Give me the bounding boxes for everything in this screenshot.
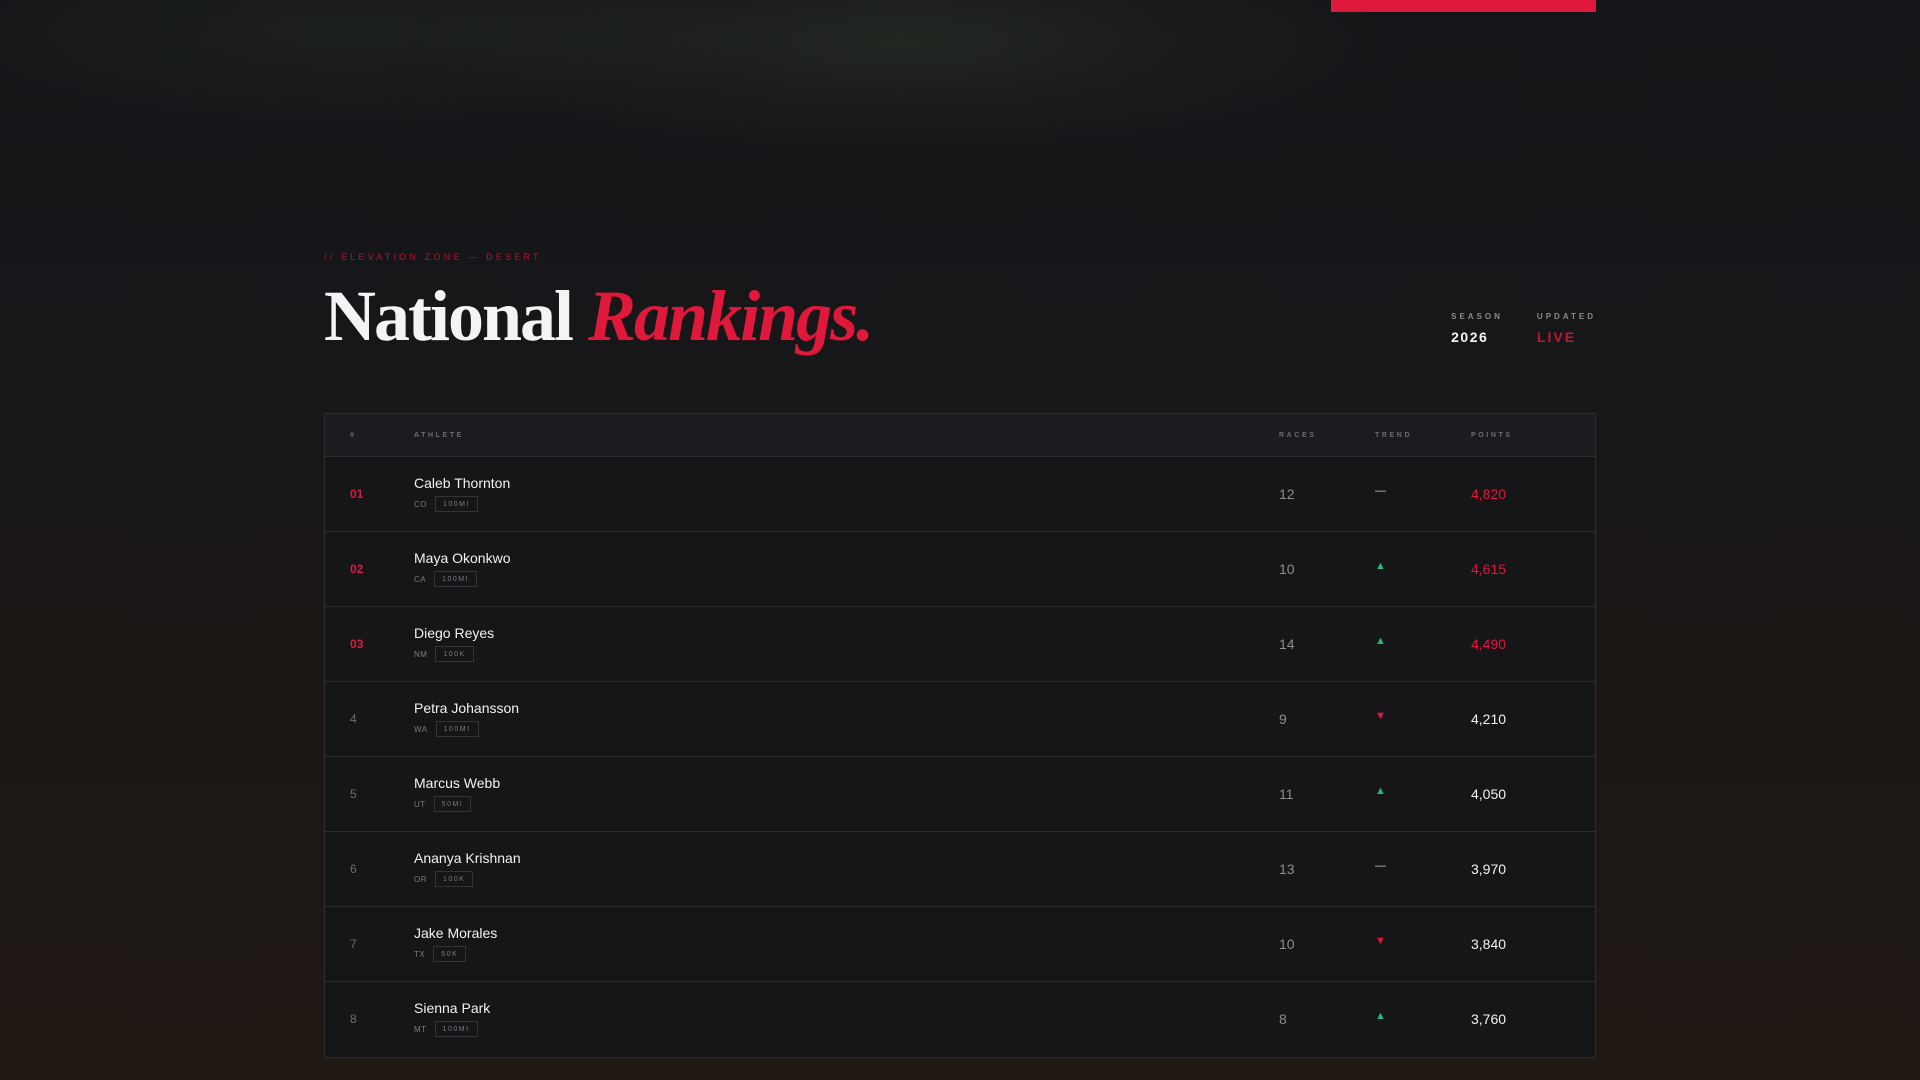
trend-down-icon: ▼ (1375, 935, 1386, 947)
points-cell: 3,840 (1471, 936, 1507, 952)
athlete-state: TX (414, 949, 426, 959)
rank-cell: 6 (350, 862, 357, 876)
meta-season-value: 2026 (1451, 329, 1489, 345)
table-row[interactable]: 01 Caleb Thornton CO 100MI 12 — 4,820 (325, 457, 1595, 532)
trend-up-icon: ▲ (1375, 560, 1386, 572)
column-header-trend[interactable]: TREND (1375, 432, 1412, 439)
top-accent-bar (1331, 0, 1596, 12)
athlete-state: MT (414, 1024, 427, 1034)
athlete-name[interactable]: Diego Reyes (414, 625, 494, 641)
trend-up-icon: ▲ (1375, 785, 1386, 797)
distance-tag: 100K (435, 646, 474, 662)
trend-down-icon: ▼ (1375, 710, 1386, 722)
table-row[interactable]: 4 Petra Johansson WA 100MI 9 ▼ 4,210 (325, 682, 1595, 757)
distance-tag: 100MI (434, 1021, 478, 1037)
athlete-meta: WA 100MI (414, 721, 479, 737)
trend-flat-icon: — (1375, 860, 1386, 872)
races-cell: 13 (1279, 861, 1295, 877)
meta-updated: UPDATED LIVE (1537, 312, 1596, 345)
athlete-name[interactable]: Caleb Thornton (414, 475, 510, 491)
rank-cell: 03 (350, 637, 364, 651)
table-body: 01 Caleb Thornton CO 100MI 12 — 4,820 02… (325, 457, 1595, 1057)
trend-flat-icon: — (1375, 485, 1386, 497)
rank-cell: 01 (350, 487, 364, 501)
eyebrow-label: // ELEVATION ZONE — DESERT (324, 252, 542, 262)
points-cell: 4,210 (1471, 711, 1507, 727)
column-header-points[interactable]: POINTS (1471, 432, 1513, 439)
table-row[interactable]: 03 Diego Reyes NM 100K 14 ▲ 4,490 (325, 607, 1595, 682)
table-row[interactable]: 7 Jake Morales TX 50K 10 ▼ 3,840 (325, 907, 1595, 982)
athlete-meta: OR 100K (414, 871, 474, 887)
athlete-name[interactable]: Marcus Webb (414, 775, 500, 791)
athlete-name[interactable]: Sienna Park (414, 1000, 490, 1016)
trend-up-icon: ▲ (1375, 1010, 1386, 1022)
athlete-meta: CA 100MI (414, 571, 478, 587)
meta-updated-value: LIVE (1536, 329, 1577, 345)
distance-tag: 100MI (435, 721, 479, 737)
athlete-name[interactable]: Maya Okonkwo (414, 550, 510, 566)
athlete-state: OR (414, 874, 427, 884)
athlete-state: UT (414, 799, 426, 809)
distance-tag: 50MI (433, 796, 472, 812)
distance-tag: 50K (433, 946, 467, 962)
column-header-races[interactable]: RACES (1279, 432, 1317, 439)
rank-cell: 02 (350, 562, 364, 576)
races-cell: 12 (1279, 486, 1295, 502)
meta-season: SEASON 2026 (1451, 312, 1503, 345)
athlete-meta: TX 50K (414, 946, 467, 962)
athlete-meta: MT 100MI (414, 1021, 478, 1037)
season-meta: SEASON 2026 UPDATED LIVE (1451, 312, 1596, 345)
athlete-name[interactable]: Jake Morales (414, 925, 497, 941)
athlete-meta: NM 100K (414, 646, 474, 662)
distance-tag: 100K (435, 871, 474, 887)
table-header: # ATHLETE RACES TREND POINTS (325, 414, 1595, 457)
races-cell: 14 (1279, 636, 1295, 652)
table-row[interactable]: 02 Maya Okonkwo CA 100MI 10 ▲ 4,615 (325, 532, 1595, 607)
points-cell: 4,615 (1471, 561, 1507, 577)
column-header-athlete[interactable]: ATHLETE (414, 432, 464, 439)
rank-cell: 7 (350, 937, 357, 951)
athlete-name[interactable]: Petra Johansson (414, 700, 519, 716)
athlete-meta: CO 100MI (414, 496, 478, 512)
races-cell: 9 (1279, 711, 1287, 727)
table-row[interactable]: 6 Ananya Krishnan OR 100K 13 — 3,970 (325, 832, 1595, 907)
points-cell: 3,760 (1471, 1011, 1507, 1027)
column-header-rank[interactable]: # (350, 432, 357, 439)
rankings-header: // ELEVATION ZONE — DESERT National Rank… (324, 252, 1596, 362)
distance-tag: 100MI (434, 571, 478, 587)
page-title: National Rankings. (324, 276, 874, 356)
points-cell: 3,970 (1471, 861, 1507, 877)
rank-cell: 5 (350, 787, 357, 801)
athlete-state: WA (414, 724, 428, 734)
meta-season-label: SEASON (1451, 312, 1503, 321)
table-row[interactable]: 8 Sienna Park MT 100MI 8 ▲ 3,760 (325, 982, 1595, 1057)
athlete-name[interactable]: Ananya Krishnan (414, 850, 521, 866)
athlete-state: CO (414, 499, 427, 509)
points-cell: 4,490 (1471, 636, 1507, 652)
athlete-meta: UT 50MI (414, 796, 472, 812)
meta-updated-label: UPDATED (1536, 312, 1596, 321)
races-cell: 10 (1279, 561, 1295, 577)
table-row[interactable]: 5 Marcus Webb UT 50MI 11 ▲ 4,050 (325, 757, 1595, 832)
trend-up-icon: ▲ (1375, 635, 1386, 647)
athlete-state: NM (414, 649, 428, 659)
title-plain: National (324, 276, 574, 356)
races-cell: 11 (1279, 786, 1294, 802)
distance-tag: 100MI (435, 496, 478, 512)
athlete-state: CA (414, 574, 427, 584)
points-cell: 4,050 (1471, 786, 1507, 802)
points-cell: 4,820 (1471, 486, 1507, 502)
rank-cell: 8 (350, 1012, 357, 1026)
rankings-table: # ATHLETE RACES TREND POINTS 01 Caleb Th… (324, 413, 1596, 1058)
title-accent: Rankings. (588, 276, 874, 356)
races-cell: 8 (1279, 1011, 1287, 1027)
races-cell: 10 (1279, 936, 1295, 952)
rank-cell: 4 (350, 712, 357, 726)
